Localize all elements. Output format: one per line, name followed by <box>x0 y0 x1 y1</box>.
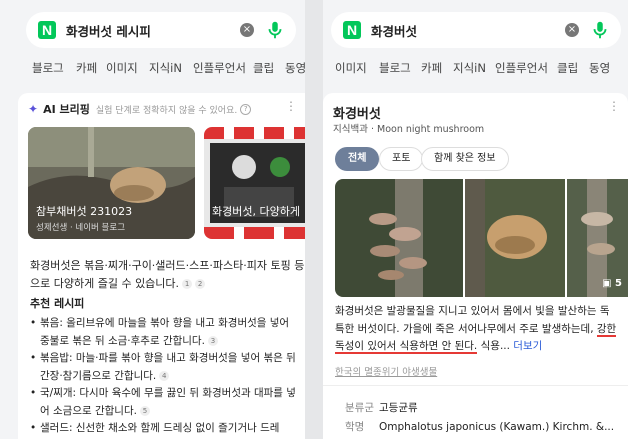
naver-logo-icon: N <box>38 21 56 39</box>
search-tabs: 이미지 블로그 카페 지식iN 인플루언서 클립 동영 <box>323 56 628 80</box>
reference-badge[interactable]: 4 <box>159 370 170 381</box>
thumbnail-mushroom-2[interactable]: 화경버섯, 다양하게 <box>204 127 305 239</box>
thumbnail-source: 성제선생 · 네이버 블로그 <box>36 223 126 233</box>
mushroom-collage-image <box>204 127 305 239</box>
list-item: 국/찌개: 다시마 육수에 무를 끓인 뒤 화경버섯과 대파를 넣어 소금으로 … <box>30 385 302 420</box>
tab-image[interactable]: 이미지 <box>106 60 138 76</box>
image-count: ▣ 5 <box>602 278 622 289</box>
right-search-screen: N 화경버섯 × 이미지 블로그 카페 지식iN 인플루언서 클립 동영 화경버… <box>323 0 628 439</box>
microphone-icon[interactable] <box>589 19 611 41</box>
ai-briefing-card: ✦ AI 브리핑 실험 단계로 정확하지 않을 수 있어요. ? ⋮ 참부채버섯… <box>18 93 305 439</box>
tab-kin[interactable]: 지식iN <box>149 60 182 76</box>
info-key: 분류군 <box>345 402 374 414</box>
ai-disclaimer: 실험 단계로 정확하지 않을 수 있어요. <box>95 105 238 116</box>
list-item: 볶음: 올리브유에 마늘을 볶아 향을 내고 화경버섯을 넣어 중불로 볶은 뒤… <box>30 315 302 350</box>
list-item: 볶음밥: 마늘·파를 볶아 향을 내고 화경버섯을 넣어 볶은 뒤 간장·참기름… <box>30 350 302 385</box>
clear-icon[interactable]: × <box>565 23 579 37</box>
search-query[interactable]: 화경버섯 레시피 <box>66 21 240 40</box>
chip-related-info[interactable]: 함께 찾은 정보 <box>421 147 509 171</box>
chip-photo[interactable]: 포토 <box>379 147 424 171</box>
tab-video[interactable]: 동영 <box>589 60 610 76</box>
info-value: Omphalotus japonicus (Kawam.) Kirchm. &.… <box>379 421 615 433</box>
tab-blog[interactable]: 블로그 <box>379 60 411 76</box>
tab-influencer[interactable]: 인플루언서 <box>193 60 246 76</box>
mushroom-cluster-image <box>335 179 463 297</box>
info-row-scientific-name: 학명 Omphalotus japonicus (Kawam.) Kirchm. … <box>345 419 614 434</box>
recipe-text: 볶음: 올리브유에 마늘을 볶아 향을 내고 화경버섯을 넣어 중불로 볶은 뒤… <box>40 317 290 347</box>
tab-influencer[interactable]: 인플루언서 <box>495 60 548 76</box>
thumbnail-caption: 화경버섯, 다양하게 <box>212 205 300 218</box>
ai-sparkle-icon: ✦ <box>28 102 39 116</box>
tab-image[interactable]: 이미지 <box>335 60 367 76</box>
entity-description: 화경버섯은 발광물질을 지니고 있어서 몸에서 빛을 발산하는 독특한 버섯이다… <box>335 303 619 356</box>
info-value: 고등균류 <box>379 402 418 414</box>
description-text: 화경버섯은 발광물질을 지니고 있어서 몸에서 빛을 발산하는 독특한 버섯이다… <box>335 305 610 335</box>
help-icon[interactable]: ? <box>240 103 252 115</box>
photo-1[interactable] <box>335 179 463 297</box>
search-bar[interactable]: N 화경버섯 레시피 × <box>26 12 296 48</box>
naver-logo-icon: N <box>343 21 361 39</box>
more-options-icon[interactable]: ⋮ <box>608 99 620 113</box>
tab-cafe[interactable]: 카페 <box>421 60 442 76</box>
more-options-icon[interactable]: ⋮ <box>285 99 297 113</box>
knowledge-panel: 화경버섯 지식백과 · Moon night mushroom ⋮ 전체 포토 … <box>323 93 628 439</box>
search-bar[interactable]: N 화경버섯 × <box>331 12 621 48</box>
divider <box>323 385 628 386</box>
list-item: 샐러드: 신선한 채소와 함께 드레싱 없이 즐기거나 드레 <box>30 420 302 438</box>
gallery-icon: ▣ <box>602 278 616 289</box>
reference-badge[interactable]: 5 <box>139 405 150 416</box>
photo-3[interactable]: ▣ 5 <box>567 179 628 297</box>
info-row-taxon: 분류군 고등균류 <box>345 400 418 415</box>
recipe-text: 샐러드: 신선한 채소와 함께 드레싱 없이 즐기거나 드레 <box>40 422 280 434</box>
recipes-list: 볶음: 올리브유에 마늘을 볶아 향을 내고 화경버섯을 넣어 중불로 볶은 뒤… <box>30 315 302 438</box>
source-link[interactable]: 한국의 멸종위기 야생생물 <box>335 364 437 378</box>
tab-cafe[interactable]: 카페 <box>76 60 97 76</box>
clear-icon[interactable]: × <box>240 23 254 37</box>
image-count-number: 5 <box>615 278 622 289</box>
more-link[interactable]: 더보기 <box>513 340 542 352</box>
ai-summary-text: 화경버섯은 볶음·찌개·구이·샐러드·스프·파스타·피자 토핑 등으로 다양하게… <box>30 259 305 290</box>
mushroom-closeup-image <box>465 179 565 297</box>
description-text-tail: 식용... <box>477 340 510 352</box>
photo-2[interactable] <box>465 179 565 297</box>
tab-clip[interactable]: 클립 <box>253 60 274 76</box>
ai-summary: 화경버섯은 볶음·찌개·구이·샐러드·스프·파스타·피자 토핑 등으로 다양하게… <box>30 257 305 292</box>
search-query[interactable]: 화경버섯 <box>371 21 565 40</box>
tab-video[interactable]: 동영 <box>285 60 305 76</box>
reference-badge[interactable]: 2 <box>195 278 206 289</box>
thumbnail-mushroom-1[interactable]: 참부채버섯 231023 성제선생 · 네이버 블로그 <box>28 127 195 239</box>
thumbnail-caption: 참부채버섯 231023 <box>36 205 133 218</box>
reference-badge[interactable]: 1 <box>182 278 193 289</box>
ai-briefing-title: AI 브리핑 <box>43 103 90 116</box>
left-search-screen: N 화경버섯 레시피 × 블로그 카페 이미지 지식iN 인플루언서 클립 동영… <box>0 0 305 439</box>
tab-blog[interactable]: 블로그 <box>32 60 64 76</box>
info-key: 학명 <box>345 421 365 433</box>
entity-subtitle: 지식백과 · Moon night mushroom <box>333 124 485 135</box>
search-tabs: 블로그 카페 이미지 지식iN 인플루언서 클립 동영 <box>0 56 305 80</box>
tab-kin[interactable]: 지식iN <box>453 60 486 76</box>
recipe-text: 국/찌개: 다시마 육수에 무를 끓인 뒤 화경버섯과 대파를 넣어 소금으로 … <box>40 387 296 417</box>
ai-briefing-header: ✦ AI 브리핑 실험 단계로 정확하지 않을 수 있어요. ? <box>28 101 252 117</box>
chip-all[interactable]: 전체 <box>335 147 380 171</box>
tab-clip[interactable]: 클립 <box>557 60 578 76</box>
microphone-icon[interactable] <box>264 19 286 41</box>
reference-badge[interactable]: 3 <box>207 335 218 346</box>
recipes-heading: 추천 레시피 <box>30 297 85 310</box>
entity-title[interactable]: 화경버섯 <box>333 103 381 122</box>
